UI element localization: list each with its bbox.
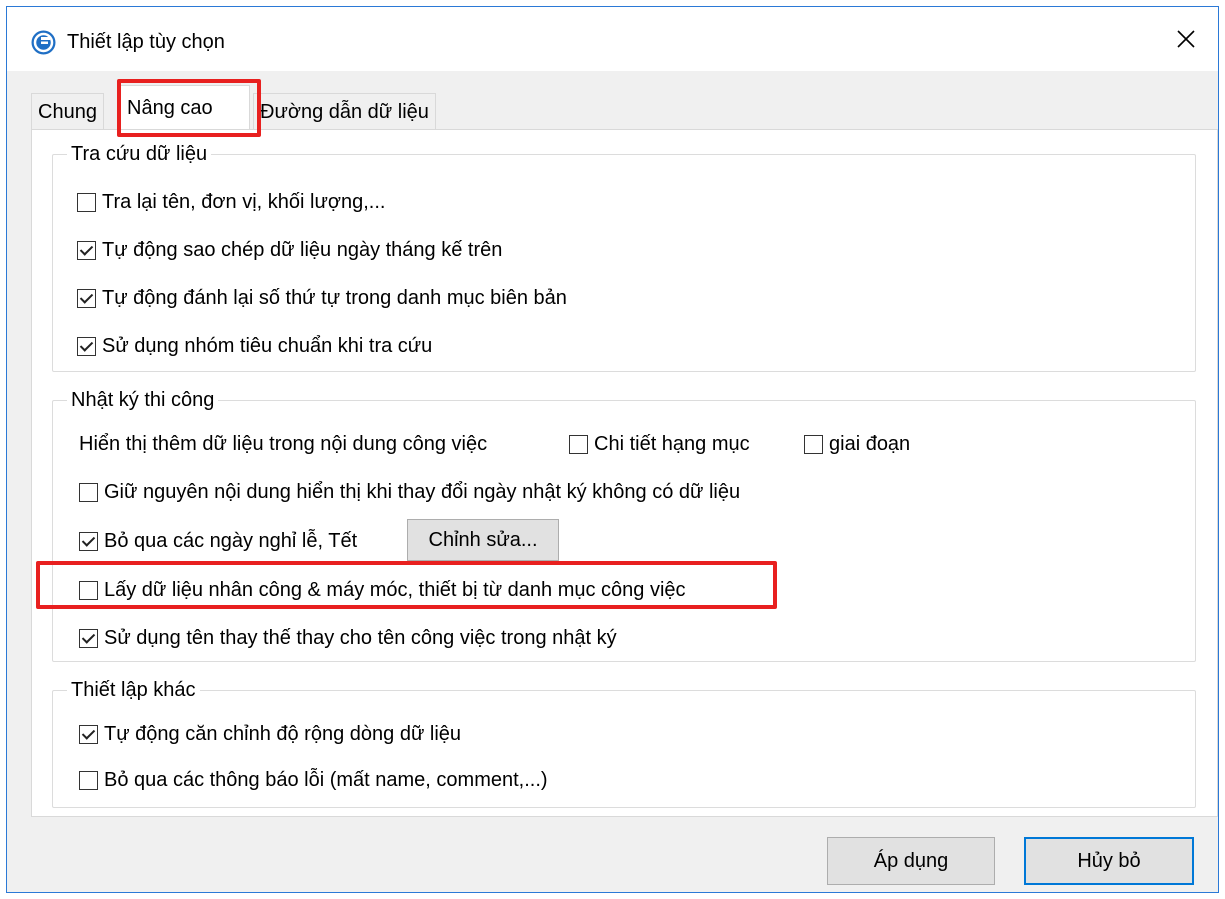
tab-data-path-label: Đường dẫn dữ liệu [260, 101, 429, 123]
checkbox[interactable] [77, 288, 96, 308]
option-label: Tự động sao chép dữ liệu ngày tháng kế t… [102, 239, 503, 261]
option-label: Tự động đánh lại số thứ tự trong danh mụ… [102, 287, 567, 309]
cancel-button[interactable]: Hủy bỏ [1024, 837, 1194, 885]
tab-advanced[interactable]: Nâng cao [120, 85, 250, 129]
option-label: Sử dụng tên thay thế thay cho tên công v… [104, 627, 617, 649]
checkbox[interactable] [79, 724, 98, 744]
option-label: Tự động căn chỉnh độ rộng dòng dữ liệu [104, 723, 462, 745]
option-skip-errors[interactable]: Bỏ qua các thông báo lỗi (mất name, comm… [79, 767, 548, 793]
option-keep-content[interactable]: Giữ nguyên nội dung hiển thị khi thay đổ… [79, 479, 740, 505]
option-label: Sử dụng nhóm tiêu chuẩn khi tra cứu [102, 335, 433, 357]
option-alt-name[interactable]: Sử dụng tên thay thế thay cho tên công v… [79, 625, 617, 651]
checkbox[interactable] [77, 192, 96, 212]
checkbox[interactable] [804, 434, 823, 454]
advanced-panel: Tra cứu dữ liệu Tra lại tên, đơn vị, khố… [31, 129, 1218, 817]
checkbox[interactable] [77, 336, 96, 356]
option-auto-copy-date[interactable]: Tự động sao chép dữ liệu ngày tháng kế t… [77, 237, 502, 263]
display-extra-row: Hiển thị thêm dữ liệu trong nội dung côn… [79, 431, 487, 457]
option-auto-width[interactable]: Tự động căn chỉnh độ rộng dòng dữ liệu [79, 721, 461, 747]
option-label: Bỏ qua các ngày nghỉ lễ, Tết [104, 530, 358, 552]
apply-button[interactable]: Áp dụng [827, 837, 995, 885]
option-label: Lấy dữ liệu nhân công & máy móc, thiết b… [104, 579, 686, 601]
group-other-title: Thiết lập khác [67, 677, 200, 703]
title-bar: Thiết lập tùy chọn [7, 7, 1218, 71]
checkbox[interactable] [79, 531, 98, 551]
options-dialog: Thiết lập tùy chọn Chung Nâng cao Đường … [6, 6, 1219, 893]
checkbox[interactable] [77, 240, 96, 260]
checkbox[interactable] [79, 628, 98, 648]
option-label: Giữ nguyên nội dung hiển thị khi thay đổ… [104, 481, 741, 503]
tab-data-path[interactable]: Đường dẫn dữ liệu [253, 93, 436, 129]
close-icon [1177, 30, 1195, 48]
tab-advanced-label: Nâng cao [127, 97, 213, 119]
option-relookup[interactable]: Tra lại tên, đơn vị, khối lượng,... [77, 189, 385, 215]
group-other: Thiết lập khác Tự động căn chỉnh độ rộng… [52, 677, 1196, 808]
display-extra-label: Hiển thị thêm dữ liệu trong nội dung côn… [79, 433, 488, 455]
option-auto-renumber[interactable]: Tự động đánh lại số thứ tự trong danh mụ… [77, 285, 567, 311]
dialog-title: Thiết lập tùy chọn [67, 31, 225, 53]
app-logo-icon [31, 30, 56, 55]
checkbox[interactable] [79, 770, 98, 790]
option-label: Chi tiết hạng mục [594, 433, 750, 455]
option-label: giai đoạn [829, 433, 911, 455]
checkbox[interactable] [569, 434, 588, 454]
option-label: Tra lại tên, đơn vị, khối lượng,... [102, 191, 386, 213]
tab-general-label: Chung [38, 101, 97, 123]
tab-general[interactable]: Chung [31, 93, 104, 129]
checkbox[interactable] [79, 482, 98, 502]
close-button[interactable] [1158, 15, 1214, 63]
group-lookup-title: Tra cứu dữ liệu [67, 141, 212, 167]
option-label: Bỏ qua các thông báo lỗi (mất name, comm… [104, 769, 548, 791]
option-skip-holidays[interactable]: Bỏ qua các ngày nghỉ lễ, Tết [79, 528, 357, 554]
dialog-body: Chung Nâng cao Đường dẫn dữ liệu Tra cứu… [7, 71, 1218, 892]
group-lookup: Tra cứu dữ liệu Tra lại tên, đơn vị, khố… [52, 141, 1196, 372]
edit-holidays-button[interactable]: Chỉnh sửa... [407, 519, 559, 561]
option-standard-group[interactable]: Sử dụng nhóm tiêu chuẩn khi tra cứu [77, 333, 432, 359]
option-phase[interactable]: giai đoạn [804, 431, 910, 457]
option-get-resources[interactable]: Lấy dữ liệu nhân công & máy móc, thiết b… [79, 577, 686, 603]
group-diary-title: Nhật ký thi công [67, 387, 219, 413]
checkbox[interactable] [79, 580, 98, 600]
option-detail-item[interactable]: Chi tiết hạng mục [569, 431, 750, 457]
group-diary: Nhật ký thi công Hiển thị thêm dữ liệu t… [52, 387, 1196, 662]
